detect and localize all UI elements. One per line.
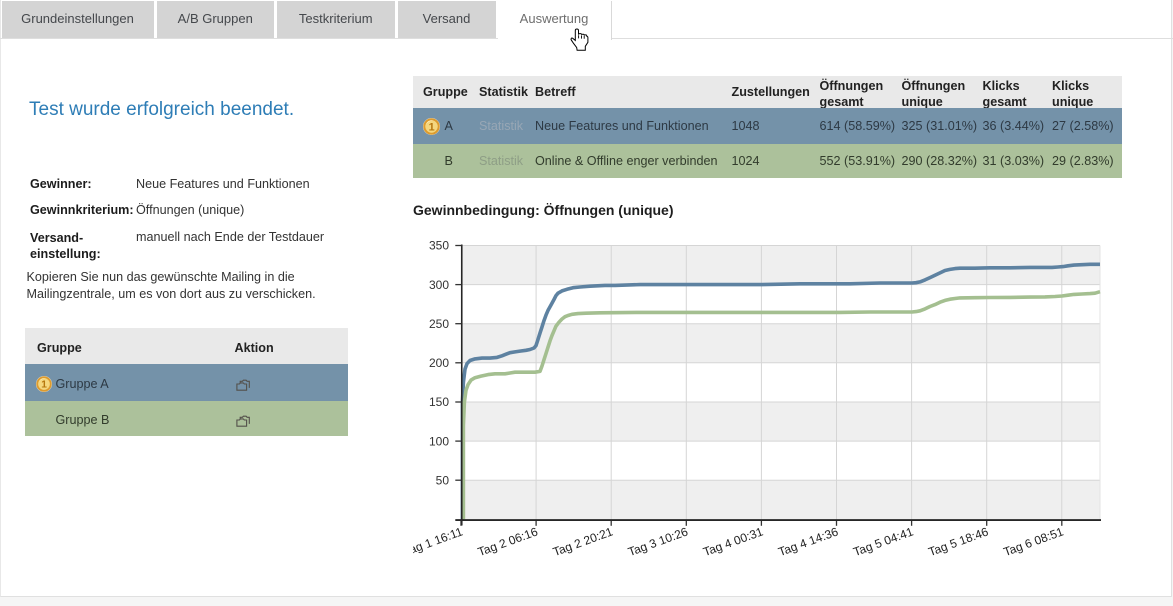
svg-text:Tag 3 10:26: Tag 3 10:26	[626, 524, 690, 559]
svg-text:Tag 5 18:46: Tag 5 18:46	[927, 524, 991, 559]
svg-text:1: 1	[41, 379, 47, 390]
svg-text:350: 350	[429, 239, 449, 253]
svg-text:Tag 4 00:31: Tag 4 00:31	[701, 524, 765, 559]
svg-text:200: 200	[429, 356, 449, 370]
svg-text:Tag 5 04:41: Tag 5 04:41	[851, 524, 915, 559]
svg-text:50: 50	[436, 473, 450, 487]
svg-text:Tag 4 14:36: Tag 4 14:36	[776, 524, 840, 559]
svg-text:100: 100	[429, 434, 449, 448]
svg-text:1: 1	[428, 121, 434, 133]
svg-text:Tag 6 08:51: Tag 6 08:51	[1002, 524, 1066, 559]
svg-text:Tag 2 06:16: Tag 2 06:16	[476, 524, 540, 559]
svg-text:300: 300	[429, 278, 449, 292]
svg-text:150: 150	[429, 395, 449, 409]
svg-text:Tag 1 16:11: Tag 1 16:11	[413, 524, 465, 558]
svg-text:Tag 2 20:21: Tag 2 20:21	[551, 524, 615, 559]
svg-text:250: 250	[429, 317, 449, 331]
